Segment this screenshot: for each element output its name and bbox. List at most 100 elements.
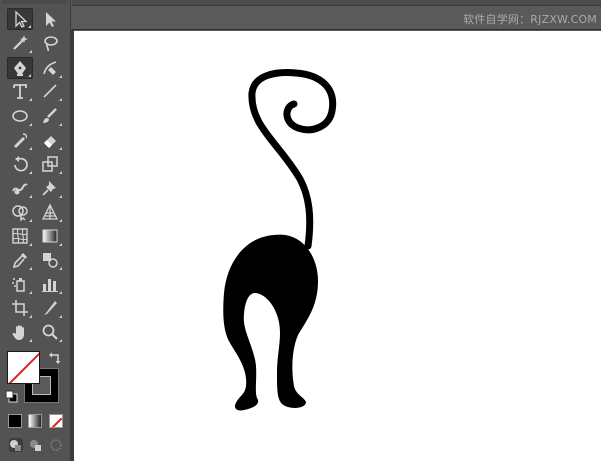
tool-group-indicator: [29, 195, 32, 198]
tool-group-indicator: [59, 195, 62, 198]
tool-group-indicator: [29, 50, 32, 53]
zoom-icon: [42, 324, 58, 340]
draw-inside-icon: [50, 439, 62, 451]
scale-tool[interactable]: [37, 153, 63, 175]
hand-tool[interactable]: [7, 321, 33, 343]
document-tab-bar: 软件自学网：RJZXW.COM: [72, 0, 601, 30]
direct-selection-arrow-icon: [46, 12, 56, 27]
watermark-text: 软件自学网：RJZXW.COM: [463, 13, 597, 26]
draw-normal-button[interactable]: [8, 437, 24, 453]
shaper-tool[interactable]: [7, 129, 33, 151]
draw-behind-button[interactable]: [28, 437, 44, 453]
gradient-tool[interactable]: [37, 225, 63, 247]
rotate-icon: [14, 156, 28, 172]
tool-group-indicator: [29, 123, 32, 126]
puppet-warp-tool[interactable]: [37, 177, 63, 199]
mesh-tool[interactable]: [7, 225, 33, 247]
ellipse-icon: [12, 110, 28, 122]
eraser-icon: [44, 136, 56, 148]
blend-tool[interactable]: [37, 249, 63, 271]
tool-group-indicator: [59, 171, 62, 174]
tool-group-indicator: [29, 219, 32, 222]
gradient-icon: [42, 229, 58, 243]
line-segment-tool[interactable]: [37, 80, 63, 102]
eraser-tool[interactable]: [37, 129, 63, 151]
tool-group-indicator: [59, 267, 62, 270]
tool-group-indicator: [59, 315, 62, 318]
tool-group-indicator: [29, 267, 32, 270]
mesh-icon: [12, 228, 28, 244]
tool-group-indicator: [59, 98, 62, 101]
tool-group-indicator: [29, 243, 32, 246]
tool-group-indicator: [29, 291, 32, 294]
lasso-icon: [44, 36, 58, 52]
curvature-tool[interactable]: [37, 57, 63, 79]
tools-panel: [0, 0, 71, 461]
line-icon: [43, 84, 57, 98]
artboard-icon: [12, 300, 28, 316]
tool-group-indicator: [59, 339, 62, 342]
lasso-tool[interactable]: [37, 32, 63, 54]
tool-group-indicator: [29, 147, 32, 150]
cat-body: [223, 234, 318, 411]
symbol-sprayer-tool[interactable]: [7, 273, 33, 295]
none-mode-button[interactable]: [49, 414, 63, 428]
paintbrush-tool[interactable]: [37, 105, 63, 127]
selection-arrow-icon: [15, 10, 28, 28]
tool-group-indicator: [29, 339, 32, 342]
rotate-tool[interactable]: [7, 153, 33, 175]
fill-swatch[interactable]: [7, 351, 40, 384]
curvature-icon: [43, 61, 57, 75]
paintbrush-icon: [43, 108, 57, 123]
hand-icon: [12, 325, 24, 340]
scale-icon: [42, 156, 58, 172]
slice-icon: [44, 301, 57, 315]
column-graph-tool[interactable]: [37, 273, 63, 295]
artboard-tool[interactable]: [7, 297, 33, 319]
warp-tool[interactable]: [7, 177, 33, 199]
tool-group-indicator: [28, 74, 31, 77]
column-graph-icon: [42, 279, 58, 292]
shape-builder-icon: [12, 205, 28, 221]
zoom-tool[interactable]: [37, 321, 63, 343]
type-icon: [13, 84, 27, 99]
tool-group-indicator: [59, 243, 62, 246]
panel-grip[interactable]: [2, 0, 68, 4]
tool-group-indicator: [29, 315, 32, 318]
eyedropper-tool[interactable]: [7, 249, 33, 271]
ellipse-tool[interactable]: [7, 105, 33, 127]
draw-behind-icon: [30, 440, 41, 451]
artboard-canvas[interactable]: [74, 31, 601, 461]
eyedropper-icon: [12, 253, 27, 269]
none-slash-icon: [51, 417, 62, 427]
magic-wand-icon: [13, 35, 28, 50]
shape-builder-tool[interactable]: [7, 201, 33, 223]
tool-group-indicator: [59, 123, 62, 126]
magic-wand-tool[interactable]: [7, 32, 33, 54]
pen-tool[interactable]: [7, 57, 33, 79]
tool-group-indicator: [29, 98, 32, 101]
application-bar-strip: [72, 0, 601, 6]
tool-group-indicator: [59, 291, 62, 294]
tool-group-indicator: [29, 171, 32, 174]
selection-tool[interactable]: [7, 8, 33, 30]
tool-group-indicator: [59, 147, 62, 150]
perspective-grid-icon: [41, 203, 59, 220]
slice-tool[interactable]: [37, 297, 63, 319]
warp-icon: [12, 183, 28, 195]
tool-group-indicator: [59, 219, 62, 222]
blend-icon: [43, 253, 58, 268]
perspective-grid-tool[interactable]: [37, 201, 63, 223]
color-mode-button[interactable]: [8, 414, 22, 428]
cat-silhouette-artwork[interactable]: [74, 31, 601, 461]
shaper-icon: [14, 133, 28, 148]
draw-inside-button[interactable]: [48, 437, 64, 453]
type-tool[interactable]: [7, 80, 33, 102]
default-fill-stroke-icon[interactable]: [5, 390, 18, 403]
direct-selection-tool[interactable]: [37, 8, 63, 30]
swap-fill-stroke-icon[interactable]: [48, 351, 62, 365]
symbol-sprayer-icon: [12, 278, 25, 292]
none-slash-icon: [8, 352, 39, 383]
tool-group-indicator: [28, 25, 31, 28]
gradient-mode-button[interactable]: [28, 414, 42, 428]
